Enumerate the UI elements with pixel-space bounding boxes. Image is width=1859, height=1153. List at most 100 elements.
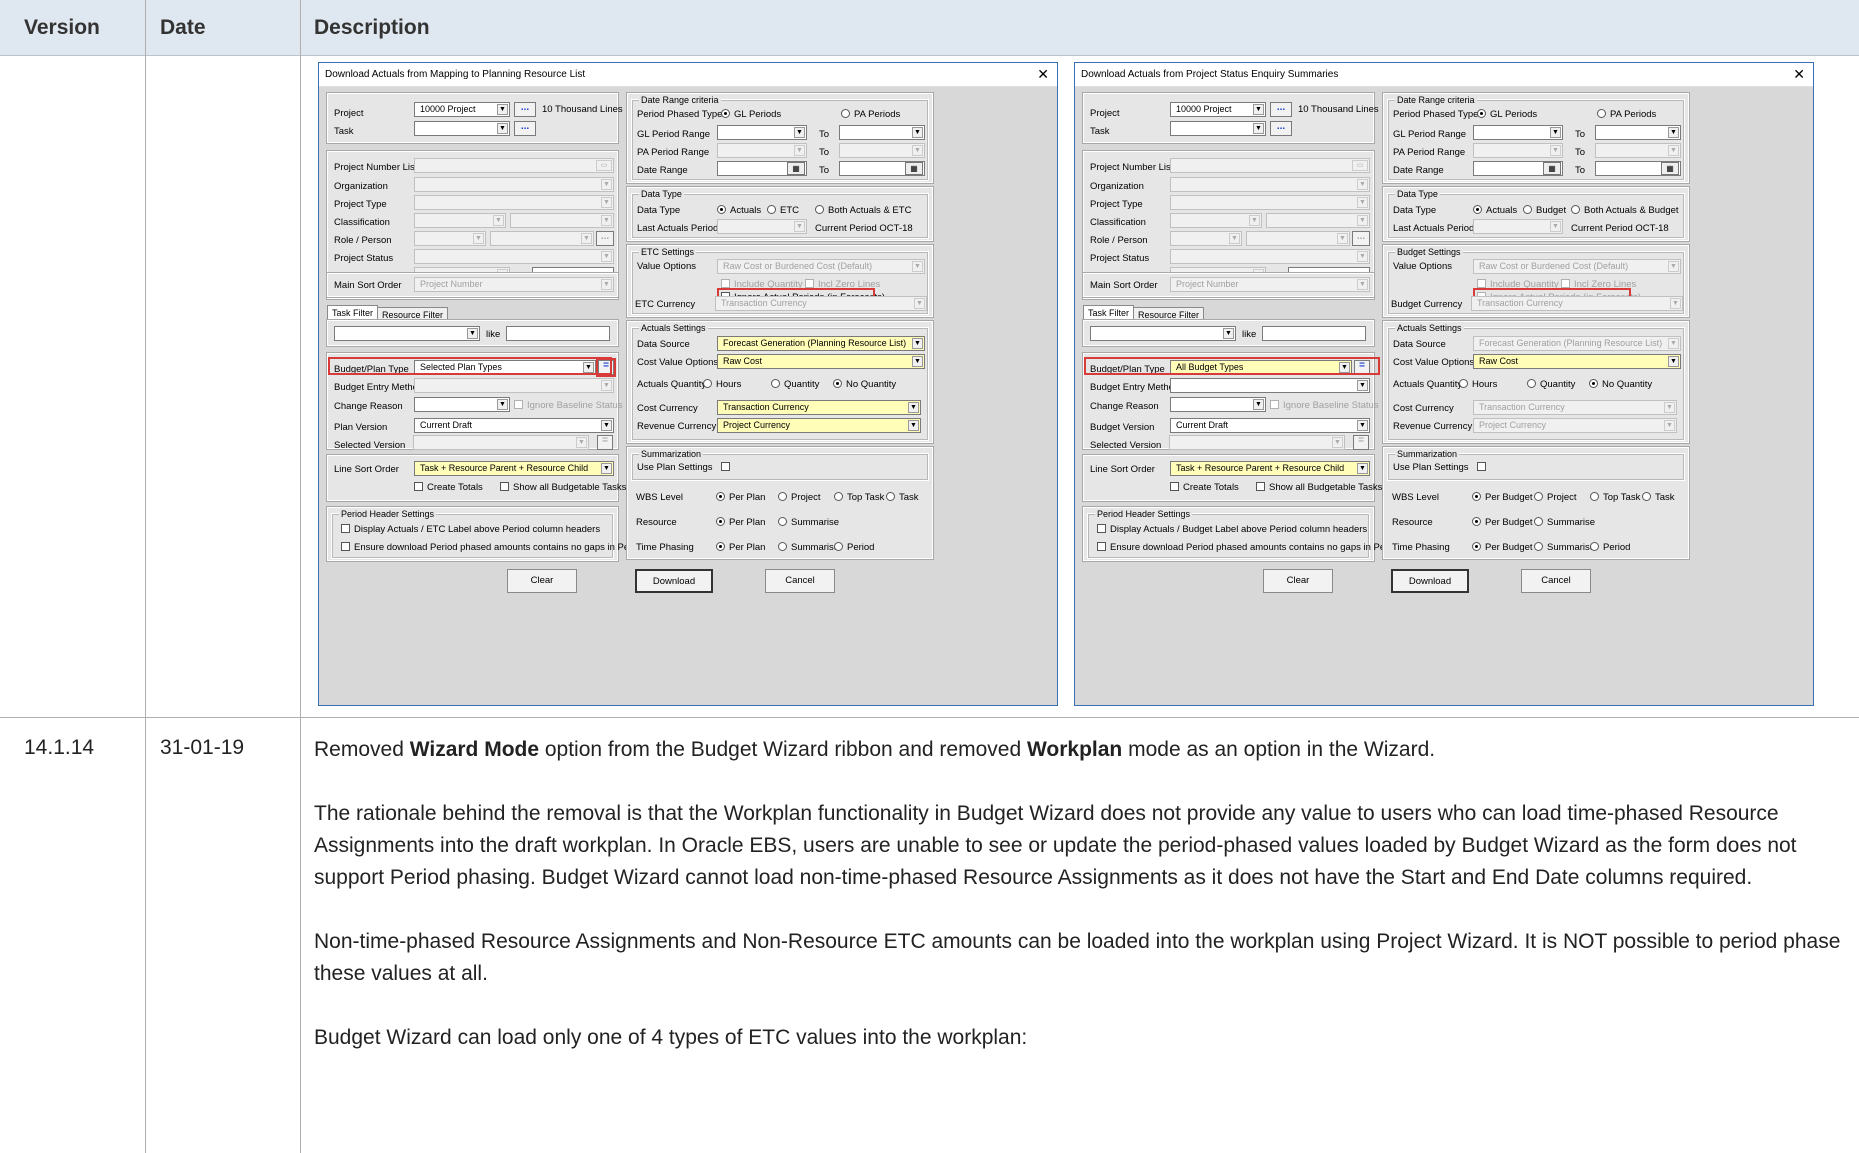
project-lookup-button[interactable]: ... xyxy=(1270,102,1292,117)
hours-radio[interactable]: Hours xyxy=(1459,379,1497,391)
selected-version-select[interactable]: ▼ xyxy=(1169,435,1345,450)
date-from-input[interactable]: ▦ xyxy=(717,161,807,176)
classification-select[interactable]: ▼ xyxy=(1170,213,1262,228)
time-summarise-radio[interactable]: Summarise xyxy=(778,542,839,554)
role-select[interactable]: ▼ xyxy=(414,231,486,246)
pa-period-from-select[interactable]: ▼ xyxy=(1473,143,1563,158)
date-to-input[interactable]: ▦ xyxy=(1595,161,1681,176)
line-sort-order-select[interactable]: Task + Resource Parent + Resource Child ▼ xyxy=(414,461,614,476)
task-filter-like-input[interactable] xyxy=(1262,326,1366,341)
resource-per-plan-radio[interactable]: Per Budget xyxy=(1472,517,1533,529)
wbs-project-radio[interactable]: Project xyxy=(778,492,821,504)
show-all-budgetable-checkbox[interactable]: Show all Budgetable Tasks xyxy=(500,482,626,494)
use-plan-settings-checkbox[interactable] xyxy=(1477,462,1490,474)
cost-value-options-select[interactable]: Raw Cost ▼ xyxy=(1473,354,1681,369)
task-filter-like-input[interactable] xyxy=(506,326,610,341)
pa-period-to-select[interactable]: ▼ xyxy=(1595,143,1681,158)
resource-per-plan-radio[interactable]: Per Plan xyxy=(716,517,765,529)
organization-select[interactable]: ▼ xyxy=(414,177,614,192)
time-per-plan-radio[interactable]: Per Budget xyxy=(1472,542,1533,554)
project-status-select[interactable]: ▼ xyxy=(414,249,614,264)
selected-version-button[interactable]: = xyxy=(597,435,613,450)
person-select[interactable]: ▼ xyxy=(490,231,594,246)
data-type-radio-2[interactable]: Budget xyxy=(1523,205,1566,217)
gl-periods-radio[interactable]: GL Periods xyxy=(1477,109,1537,121)
show-all-budgetable-checkbox[interactable]: Show all Budgetable Tasks xyxy=(1256,482,1382,494)
last-actuals-period-select[interactable]: ▼ xyxy=(1473,219,1563,234)
calendar-icon[interactable]: ▦ xyxy=(787,162,805,175)
wbs-task-radio[interactable]: Task xyxy=(1642,492,1675,504)
project-lookup-button[interactable]: ... xyxy=(514,102,536,117)
value-options-select[interactable]: Raw Cost or Burdened Cost (Default) ▼ xyxy=(717,259,925,274)
change-reason-select[interactable]: ▼ xyxy=(1170,397,1266,412)
budget-entry-method-select[interactable]: ▼ xyxy=(1170,378,1370,393)
selected-version-select[interactable]: ▼ xyxy=(413,435,589,450)
project-number-list-input[interactable]: ▭ xyxy=(1170,158,1370,173)
quantity-radio[interactable]: Quantity xyxy=(771,379,819,391)
task-lookup-button[interactable]: ... xyxy=(514,121,536,136)
project-select[interactable]: 10000 Project ▼ xyxy=(1170,102,1266,117)
main-sort-order-select[interactable]: Project Number ▼ xyxy=(414,277,614,292)
gl-period-to-select[interactable]: ▼ xyxy=(1595,125,1681,140)
classification-value-select[interactable]: ▼ xyxy=(1266,213,1370,228)
task-select[interactable]: ▼ xyxy=(1170,121,1266,136)
quantity-radio[interactable]: Quantity xyxy=(1527,379,1575,391)
time-period-radio[interactable]: Period xyxy=(834,542,874,554)
date-from-input[interactable]: ▦ xyxy=(1473,161,1563,176)
time-per-plan-radio[interactable]: Per Plan xyxy=(716,542,765,554)
revenue-currency-select[interactable]: Project Currency ▼ xyxy=(1473,418,1677,433)
gl-periods-radio[interactable]: GL Periods xyxy=(721,109,781,121)
project-select[interactable]: 10000 Project ▼ xyxy=(414,102,510,117)
line-sort-order-select[interactable]: Task + Resource Parent + Resource Child ▼ xyxy=(1170,461,1370,476)
etc-currency-select[interactable]: Transaction Currency ▼ xyxy=(715,296,927,311)
display-label-checkbox[interactable]: Display Actuals / ETC Label above Period… xyxy=(341,524,600,536)
cost-currency-select[interactable]: Transaction Currency ▼ xyxy=(1473,400,1677,415)
ignore-baseline-checkbox[interactable]: Ignore Baseline Status xyxy=(1270,400,1379,412)
pa-periods-radio[interactable]: PA Periods xyxy=(841,109,900,121)
hours-radio[interactable]: Hours xyxy=(703,379,741,391)
wbs-top-task-radio[interactable]: Top Task xyxy=(834,492,884,504)
task-lookup-button[interactable]: ... xyxy=(1270,121,1292,136)
calendar-icon[interactable]: ▦ xyxy=(1543,162,1561,175)
cost-value-options-select[interactable]: Raw Cost ▼ xyxy=(717,354,925,369)
close-icon[interactable]: ✕ xyxy=(1037,66,1049,83)
last-actuals-period-select[interactable]: ▼ xyxy=(717,219,807,234)
task-select[interactable]: ▼ xyxy=(414,121,510,136)
cost-currency-select[interactable]: Transaction Currency ▼ xyxy=(717,400,921,415)
classification-value-select[interactable]: ▼ xyxy=(510,213,614,228)
wbs-task-radio[interactable]: Task xyxy=(886,492,919,504)
wbs-per-plan-radio[interactable]: Per Budget xyxy=(1472,492,1533,504)
download-button[interactable]: Download xyxy=(635,569,713,593)
data-type-radio-2[interactable]: ETC xyxy=(767,205,799,217)
create-totals-checkbox[interactable]: Create Totals xyxy=(414,482,483,494)
change-reason-select[interactable]: ▼ xyxy=(414,397,510,412)
value-options-select[interactable]: Raw Cost or Burdened Cost (Default) ▼ xyxy=(1473,259,1681,274)
download-button[interactable]: Download xyxy=(1391,569,1469,593)
resource-summarise-radio[interactable]: Summarise xyxy=(778,517,839,529)
tab-task-filter[interactable]: Task Filter xyxy=(327,305,379,321)
actuals-radio[interactable]: Actuals xyxy=(717,205,761,217)
person-lookup-button[interactable]: ... xyxy=(596,231,614,246)
pa-periods-radio[interactable]: PA Periods xyxy=(1597,109,1656,121)
plan-version-select[interactable]: Current Draft ▼ xyxy=(1170,418,1370,433)
display-label-checkbox[interactable]: Display Actuals / Budget Label above Per… xyxy=(1097,524,1367,536)
actuals-radio[interactable]: Actuals xyxy=(1473,205,1517,217)
pa-period-from-select[interactable]: ▼ xyxy=(717,143,807,158)
time-summarise-radio[interactable]: Summarise xyxy=(1534,542,1595,554)
selected-version-button[interactable]: = xyxy=(1353,435,1369,450)
task-filter-select[interactable]: ▼ xyxy=(1090,326,1236,341)
main-sort-order-select[interactable]: Project Number ▼ xyxy=(1170,277,1370,292)
person-lookup-button[interactable]: ... xyxy=(1352,231,1370,246)
clear-button[interactable]: Clear xyxy=(1263,569,1333,593)
pa-period-to-select[interactable]: ▼ xyxy=(839,143,925,158)
ignore-baseline-checkbox[interactable]: Ignore Baseline Status xyxy=(514,400,623,412)
calendar-icon[interactable]: ▦ xyxy=(905,162,923,175)
clear-button[interactable]: Clear xyxy=(507,569,577,593)
no-gaps-checkbox[interactable]: Ensure download Period phased amounts co… xyxy=(341,542,650,554)
project-type-select[interactable]: ▼ xyxy=(1170,195,1370,210)
project-type-select[interactable]: ▼ xyxy=(414,195,614,210)
time-period-radio[interactable]: Period xyxy=(1590,542,1630,554)
cancel-button[interactable]: Cancel xyxy=(1521,569,1591,593)
data-source-select[interactable]: Forecast Generation (Planning Resource L… xyxy=(1473,336,1681,351)
gl-period-from-select[interactable]: ▼ xyxy=(1473,125,1563,140)
